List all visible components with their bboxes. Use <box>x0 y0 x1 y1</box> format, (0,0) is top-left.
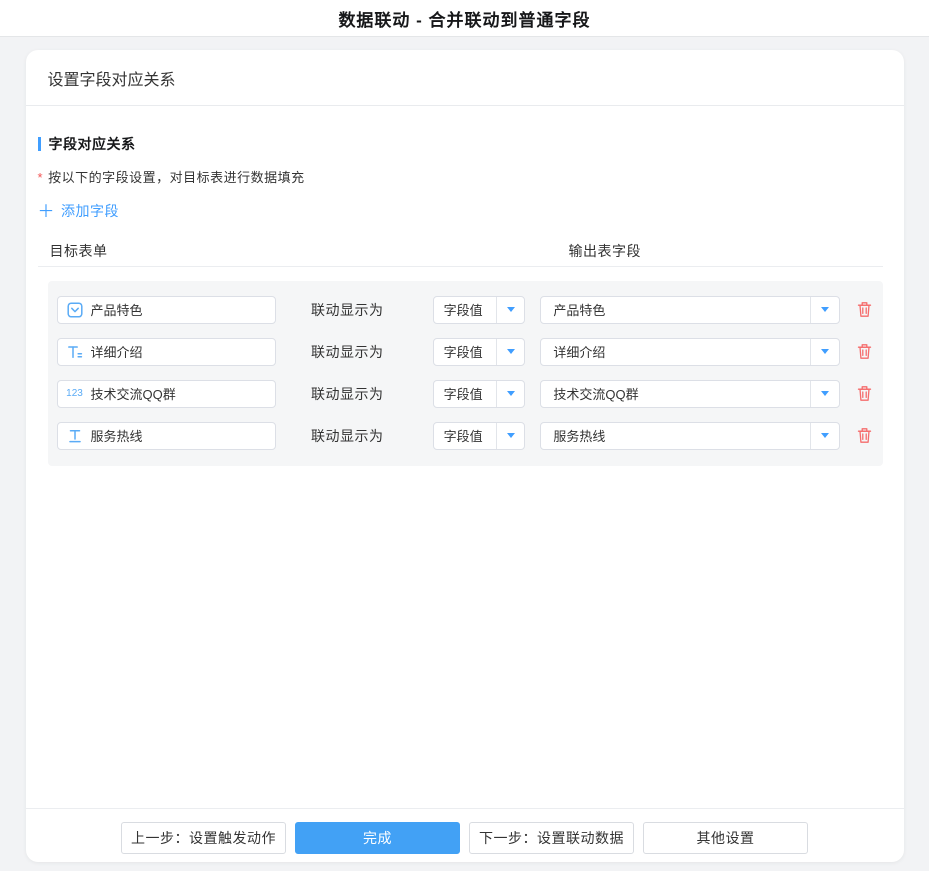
mode-select[interactable]: 字段值 <box>433 338 526 366</box>
title-bar: 数据联动 - 合并联动到普通字段 <box>0 0 929 37</box>
column-headers: 目标表单 输出表字段 <box>26 241 904 259</box>
relation-label: 联动显示为 <box>311 426 433 446</box>
target-field-label: 产品特色 <box>91 300 143 319</box>
target-field-box: 产品特色 <box>57 296 276 324</box>
mapping-row: 详细介绍 联动显示为 字段值 详细介绍 <box>57 338 874 366</box>
output-select-value: 详细介绍 <box>541 339 809 365</box>
output-field-select[interactable]: 技术交流QQ群 <box>540 380 839 408</box>
section-title: 字段对应关系 <box>38 134 904 154</box>
chevron-down-icon <box>496 339 524 365</box>
column-header-output: 输出表字段 <box>569 241 642 261</box>
note-text: 按以下的字段设置，对目标表进行数据填充 <box>48 170 305 185</box>
target-field-label: 服务热线 <box>91 426 143 445</box>
chevron-down-icon <box>810 297 839 323</box>
target-field-box: 详细介绍 <box>57 338 276 366</box>
mode-select-value: 字段值 <box>434 381 497 407</box>
output-field-select[interactable]: 产品特色 <box>540 296 839 324</box>
target-field-box: 服务热线 <box>57 422 276 450</box>
select-field-icon <box>66 302 84 318</box>
output-select-value: 服务热线 <box>541 423 809 449</box>
number-field-icon: 123 <box>66 386 84 402</box>
target-field-label: 技术交流QQ群 <box>91 384 176 403</box>
finish-button[interactable]: 完成 <box>295 822 460 854</box>
section-accent-bar <box>38 137 41 151</box>
required-note: * 按以下的字段设置，对目标表进行数据填充 <box>38 167 904 186</box>
text-field-icon <box>66 428 84 444</box>
chevron-down-icon <box>496 297 524 323</box>
footer-toolbar: 上一步：设置触发动作 完成 下一步：设置联动数据 其他设置 <box>26 808 904 862</box>
mode-select-value: 字段值 <box>434 297 497 323</box>
chevron-down-icon <box>810 381 839 407</box>
delete-row-button[interactable] <box>856 301 874 319</box>
column-divider <box>38 266 883 267</box>
output-field-select[interactable]: 服务热线 <box>540 422 839 450</box>
add-field-label: 添加字段 <box>61 201 119 221</box>
page-title: 数据联动 - 合并联动到普通字段 <box>338 6 590 31</box>
column-header-target: 目标表单 <box>50 241 108 261</box>
textarea-field-icon <box>66 344 84 360</box>
mapping-row: 产品特色 联动显示为 字段值 产品特色 <box>57 296 874 324</box>
relation-label: 联动显示为 <box>311 300 433 320</box>
mapping-row: 123 技术交流QQ群 联动显示为 字段值 技术交流QQ群 <box>57 380 874 408</box>
settings-card: 设置字段对应关系 字段对应关系 * 按以下的字段设置，对目标表进行数据填充 ＋ 添… <box>26 50 904 862</box>
output-select-value: 产品特色 <box>541 297 809 323</box>
chevron-down-icon <box>496 381 524 407</box>
delete-row-button[interactable] <box>856 343 874 361</box>
section-title-label: 字段对应关系 <box>49 134 136 154</box>
trash-icon <box>857 427 872 444</box>
mode-select[interactable]: 字段值 <box>433 422 526 450</box>
chevron-down-icon <box>810 339 839 365</box>
relation-label: 联动显示为 <box>311 384 433 404</box>
required-asterisk: * <box>38 170 44 185</box>
relation-label: 联动显示为 <box>311 342 433 362</box>
plus-icon: ＋ <box>38 203 56 220</box>
trash-icon <box>857 301 872 318</box>
card-header: 设置字段对应关系 <box>26 50 904 106</box>
card-header-title: 设置字段对应关系 <box>48 66 176 90</box>
trash-icon <box>857 385 872 402</box>
mapping-row: 服务热线 联动显示为 字段值 服务热线 <box>57 422 874 450</box>
output-field-select[interactable]: 详细介绍 <box>540 338 839 366</box>
prev-step-button[interactable]: 上一步：设置触发动作 <box>121 822 286 854</box>
add-field-link[interactable]: ＋ 添加字段 <box>38 201 120 221</box>
other-settings-button[interactable]: 其他设置 <box>643 822 808 854</box>
target-field-box: 123 技术交流QQ群 <box>57 380 276 408</box>
next-step-button[interactable]: 下一步：设置联动数据 <box>469 822 634 854</box>
mode-select-value: 字段值 <box>434 339 497 365</box>
trash-icon <box>857 343 872 360</box>
mode-select-value: 字段值 <box>434 423 497 449</box>
field-mapping-panel: 产品特色 联动显示为 字段值 产品特色 <box>48 281 883 466</box>
output-select-value: 技术交流QQ群 <box>541 381 809 407</box>
mode-select[interactable]: 字段值 <box>433 296 526 324</box>
delete-row-button[interactable] <box>856 385 874 403</box>
delete-row-button[interactable] <box>856 427 874 445</box>
target-field-label: 详细介绍 <box>91 342 143 361</box>
mode-select[interactable]: 字段值 <box>433 380 526 408</box>
chevron-down-icon <box>496 423 524 449</box>
card-body: 字段对应关系 * 按以下的字段设置，对目标表进行数据填充 ＋ 添加字段 目标表单 … <box>26 106 904 808</box>
chevron-down-icon <box>810 423 839 449</box>
